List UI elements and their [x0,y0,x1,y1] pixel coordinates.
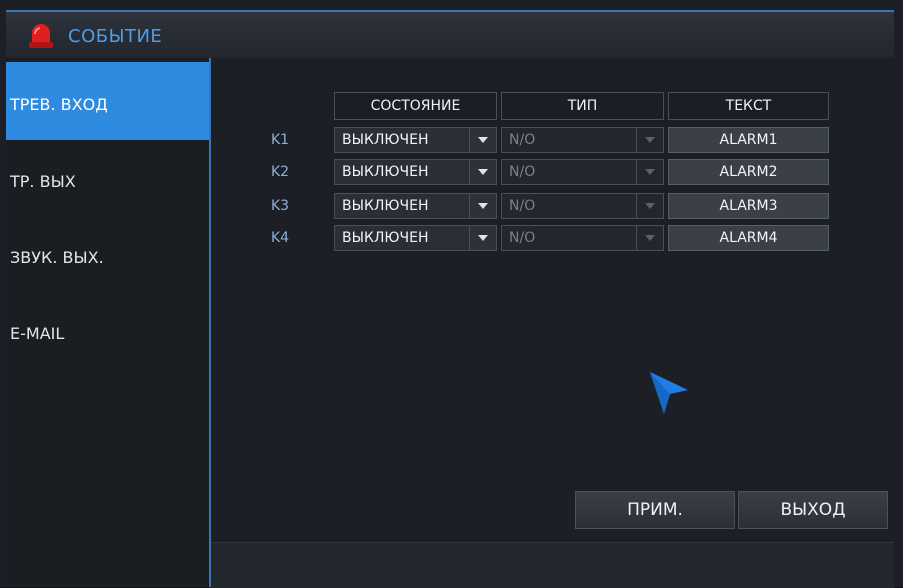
state-select-k4[interactable]: ВЫКЛЮЧЕН [334,225,497,251]
alarm-text-field-k4[interactable]: ALARM4 [668,225,829,251]
chevron-down-icon[interactable] [469,160,496,184]
chevron-down-icon [636,194,663,218]
sidebar: ТРЕВ. ВХОД ТР. ВЫХ ЗВУК. ВЫХ. E-MAIL [6,58,211,587]
column-header-text: ТЕКСТ [668,92,829,120]
chevron-down-icon [636,128,663,152]
sidebar-item-sound-output[interactable]: ЗВУК. ВЫХ. [6,218,209,296]
column-header-state: СОСТОЯНИЕ [334,92,497,120]
alarm-text-field-k3[interactable]: ALARM3 [668,193,829,219]
sidebar-item-label: ТРЕВ. ВХОД [10,95,108,114]
row-label-k1: K1 [271,132,290,148]
type-select-k4: N/O [501,225,664,251]
type-value: N/O [509,198,536,214]
state-value: ВЫКЛЮЧЕН [342,164,429,180]
sidebar-item-alarm-output[interactable]: ТР. ВЫХ [6,140,209,218]
chevron-down-icon[interactable] [469,226,496,250]
sidebar-item-email[interactable]: E-MAIL [6,296,209,374]
state-select-k2[interactable]: ВЫКЛЮЧЕН [334,159,497,185]
mouse-pointer-icon [650,372,688,414]
exit-button[interactable]: ВЫХОД [738,491,888,529]
sidebar-item-alarm-input[interactable]: ТРЕВ. ВХОД [6,62,209,140]
chevron-down-icon[interactable] [469,194,496,218]
apply-button[interactable]: ПРИМ. [575,491,735,529]
type-select-k3: N/O [501,193,664,219]
state-value: ВЫКЛЮЧЕН [342,198,429,214]
alarm-text-field-k1[interactable]: ALARM1 [668,127,829,153]
window-title: СОБЫТИЕ [68,26,163,47]
type-value: N/O [509,164,536,180]
state-value: ВЫКЛЮЧЕН [342,132,429,148]
row-label-k4: K4 [271,230,290,246]
title-bar: СОБЫТИЕ [6,10,894,58]
type-select-k1: N/O [501,127,664,153]
state-select-k3[interactable]: ВЫКЛЮЧЕН [334,193,497,219]
row-label-k3: K3 [271,198,290,214]
alarm-text-field-k2[interactable]: ALARM2 [668,159,829,185]
type-value: N/O [509,132,536,148]
alarm-siren-icon [29,24,53,48]
sidebar-item-label: ЗВУК. ВЫХ. [10,248,104,267]
state-value: ВЫКЛЮЧЕН [342,230,429,246]
sidebar-item-label: ТР. ВЫХ [10,172,76,191]
chevron-down-icon [636,160,663,184]
state-select-k1[interactable]: ВЫКЛЮЧЕН [334,127,497,153]
type-value: N/O [509,230,536,246]
type-select-k2: N/O [501,159,664,185]
column-header-type: ТИП [501,92,664,120]
footer-bar [211,542,894,588]
chevron-down-icon[interactable] [469,128,496,152]
event-settings-window: СОБЫТИЕ ТРЕВ. ВХОД ТР. ВЫХ ЗВУК. ВЫХ. E-… [0,0,903,588]
chevron-down-icon [636,226,663,250]
sidebar-item-label: E-MAIL [10,324,65,343]
row-label-k2: K2 [271,164,290,180]
